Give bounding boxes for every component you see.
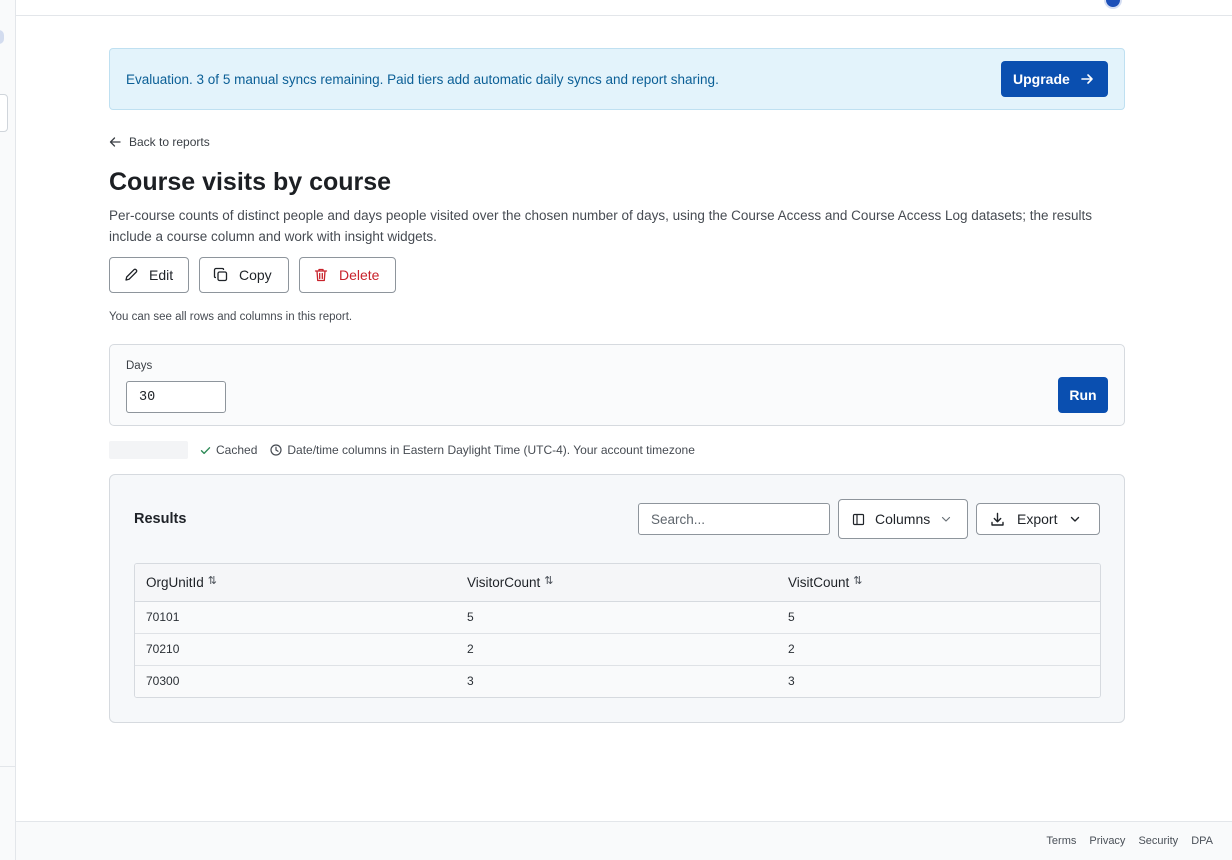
copy-icon bbox=[213, 267, 229, 283]
back-label: Back to reports bbox=[129, 135, 210, 149]
pencil-icon bbox=[123, 267, 139, 283]
sort-icon[interactable]: ⇅ bbox=[208, 575, 217, 587]
days-label: Days bbox=[126, 360, 153, 372]
sort-icon[interactable]: ⇅ bbox=[853, 575, 862, 587]
arrow-right-icon bbox=[1080, 72, 1094, 86]
report-description: Per-course counts of distinct people and… bbox=[109, 208, 1093, 244]
column-header-label: OrgUnitId bbox=[146, 574, 204, 590]
status-row: Cached Date/time columns in Eastern Dayl… bbox=[109, 441, 695, 459]
cached-label: Cached bbox=[216, 443, 258, 457]
footer-link-privacy[interactable]: Privacy bbox=[1089, 835, 1125, 847]
columns-button[interactable]: Columns bbox=[838, 499, 968, 539]
results-title: Results bbox=[134, 511, 187, 527]
column-header-label: VisitorCount bbox=[467, 574, 541, 590]
column-header-orgunitid[interactable]: OrgUnitId ⇅ bbox=[135, 564, 456, 602]
back-to-reports-link[interactable]: Back to reports bbox=[109, 134, 210, 150]
export-label: Export bbox=[1017, 511, 1058, 527]
top-bar bbox=[16, 0, 1232, 16]
table-cell: 3 bbox=[456, 665, 777, 697]
sidebar-divider bbox=[0, 766, 16, 767]
footer-link-terms[interactable]: Terms bbox=[1046, 835, 1076, 847]
sort-icon[interactable]: ⇅ bbox=[544, 575, 553, 587]
column-header-label: VisitCount bbox=[788, 574, 850, 590]
permissions-note: You can see all rows and columns in this… bbox=[109, 311, 353, 323]
page-title: Course visits by course bbox=[109, 168, 392, 196]
status-placeholder bbox=[109, 441, 188, 459]
column-header-visitorcount[interactable]: VisitorCount ⇅ bbox=[456, 564, 777, 602]
delete-button[interactable]: Delete bbox=[299, 257, 396, 293]
table-header-row: OrgUnitId ⇅ VisitorCount ⇅ VisitCount ⇅ bbox=[135, 564, 1100, 602]
arrow-left-icon bbox=[109, 136, 121, 148]
copy-label: Copy bbox=[239, 267, 272, 283]
parameters-panel: Days Run bbox=[109, 344, 1125, 426]
delete-label: Delete bbox=[339, 267, 380, 283]
run-button[interactable]: Run bbox=[1058, 377, 1108, 413]
edit-label: Edit bbox=[149, 267, 174, 283]
table-cell: 3 bbox=[777, 665, 1100, 697]
sidebar-toggle[interactable] bbox=[0, 30, 4, 44]
footer: Terms Privacy Security DPA bbox=[16, 821, 1232, 860]
check-icon bbox=[200, 445, 211, 456]
column-header-visitcount[interactable]: VisitCount ⇅ bbox=[777, 564, 1100, 602]
run-label: Run bbox=[1069, 387, 1097, 403]
table-row: 70300 3 3 bbox=[135, 665, 1100, 697]
search-input[interactable] bbox=[638, 503, 830, 535]
table-cell: 2 bbox=[456, 633, 777, 666]
chevron-down-icon bbox=[1069, 513, 1081, 525]
table-cell: 70300 bbox=[135, 665, 456, 697]
timezone-label: Date/time columns in Eastern Daylight Ti… bbox=[287, 443, 695, 457]
table-cell: 5 bbox=[456, 601, 777, 634]
cached-status: Cached bbox=[200, 443, 257, 457]
columns-label: Columns bbox=[875, 511, 931, 527]
footer-link-security[interactable]: Security bbox=[1138, 835, 1178, 847]
table-cell: 70210 bbox=[135, 633, 456, 666]
banner-text: Evaluation. 3 of 5 manual syncs remainin… bbox=[126, 71, 719, 87]
export-button[interactable]: Export bbox=[976, 503, 1100, 535]
results-table: OrgUnitId ⇅ VisitorCount ⇅ VisitCount ⇅ 701… bbox=[134, 563, 1101, 698]
timezone-status: Date/time columns in Eastern Daylight Ti… bbox=[270, 443, 695, 457]
columns-icon bbox=[852, 513, 865, 526]
table-row: 70101 5 5 bbox=[135, 601, 1100, 634]
chevron-down-icon bbox=[940, 513, 952, 525]
days-input[interactable] bbox=[126, 381, 226, 413]
sidebar-panel-edge bbox=[0, 94, 8, 132]
table-row: 70210 2 2 bbox=[135, 633, 1100, 666]
avatar[interactable] bbox=[1104, 0, 1122, 9]
report-actions: Edit Copy Delete bbox=[109, 257, 396, 293]
table-cell: 70101 bbox=[135, 601, 456, 634]
upgrade-button[interactable]: Upgrade bbox=[1001, 61, 1108, 97]
download-icon bbox=[990, 512, 1005, 527]
upgrade-label: Upgrade bbox=[1013, 71, 1070, 87]
trash-icon bbox=[313, 267, 329, 283]
footer-link-dpa[interactable]: DPA bbox=[1191, 835, 1213, 847]
table-cell: 2 bbox=[777, 633, 1100, 666]
edit-button[interactable]: Edit bbox=[109, 257, 189, 293]
results-panel: Results Columns Export OrgUnitId ⇅ bbox=[109, 474, 1125, 723]
table-cell: 5 bbox=[777, 601, 1100, 634]
sidebar-collapsed bbox=[0, 0, 16, 860]
evaluation-banner: Evaluation. 3 of 5 manual syncs remainin… bbox=[109, 48, 1125, 110]
clock-icon bbox=[270, 444, 282, 456]
copy-button[interactable]: Copy bbox=[199, 257, 289, 293]
